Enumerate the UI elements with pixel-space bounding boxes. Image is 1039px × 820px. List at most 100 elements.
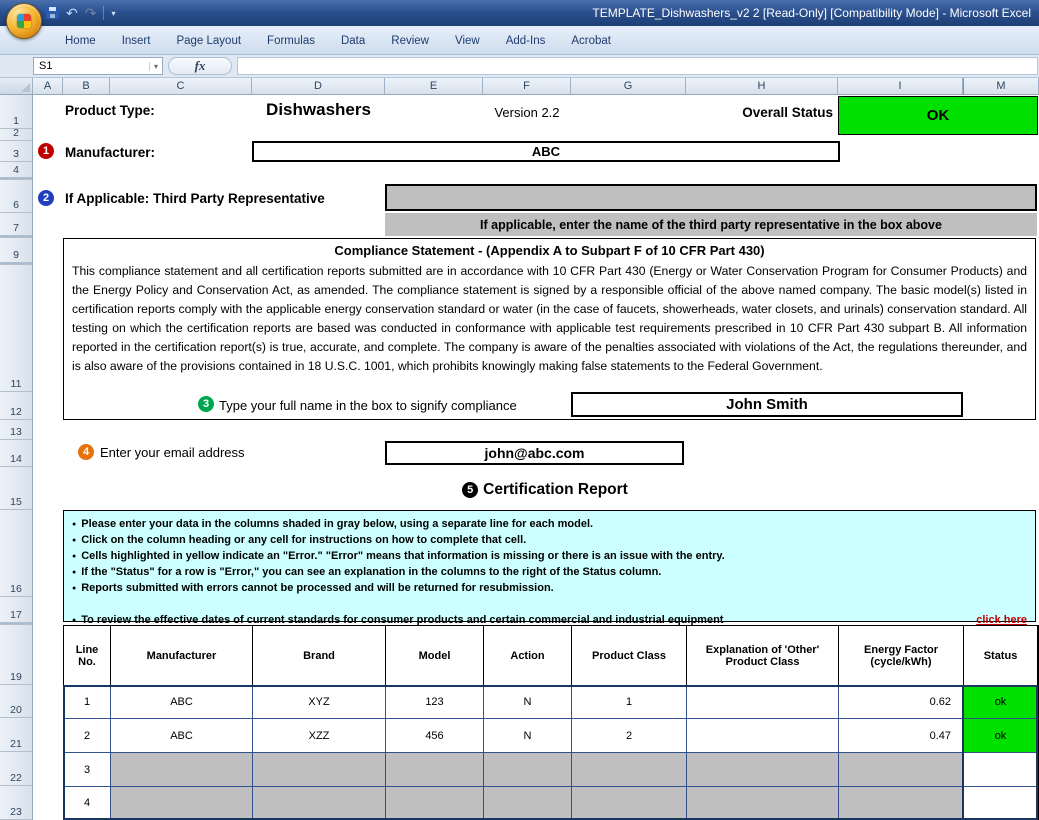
table-cell[interactable]: 123 <box>386 686 484 719</box>
qat-dropdown-icon[interactable]: ▾ <box>111 9 115 18</box>
table-cell[interactable]: 1 <box>572 686 687 719</box>
version-label: Version 2.2 <box>483 105 571 120</box>
status-cell[interactable] <box>964 753 1038 787</box>
table-cell[interactable]: 2 <box>572 719 687 753</box>
column-header-F[interactable]: F <box>483 78 571 94</box>
table-cell[interactable] <box>572 753 687 787</box>
table-cell[interactable]: 456 <box>386 719 484 753</box>
third-party-input[interactable] <box>385 184 1037 211</box>
column-header-A[interactable]: A <box>33 78 63 94</box>
row-header-4[interactable]: 4 <box>0 162 32 178</box>
table-cell[interactable] <box>687 686 839 719</box>
row-header-19[interactable]: 19 <box>0 625 32 685</box>
step-2-badge: 2 <box>38 190 54 206</box>
status-cell[interactable] <box>964 787 1038 820</box>
ribbon-tab-home[interactable]: Home <box>52 29 109 54</box>
table-cell[interactable] <box>484 753 572 787</box>
table-cell[interactable] <box>386 753 484 787</box>
column-header-G[interactable]: G <box>571 78 686 94</box>
table-col-header-brand[interactable]: Brand <box>253 626 386 686</box>
row-header-3[interactable]: 3 <box>0 141 32 162</box>
ribbon-tab-acrobat[interactable]: Acrobat <box>558 29 624 54</box>
select-all-corner[interactable] <box>0 78 33 94</box>
manufacturer-input[interactable]: ABC <box>252 141 840 162</box>
table-cell[interactable]: ABC <box>111 719 253 753</box>
table-cell[interactable] <box>253 787 386 820</box>
table-cell[interactable]: 4 <box>64 787 111 820</box>
formula-input[interactable] <box>237 57 1038 75</box>
row-header-12[interactable]: 12 <box>0 392 32 420</box>
table-cell[interactable]: XZZ <box>253 719 386 753</box>
table-cell[interactable]: 0.62 <box>839 686 964 719</box>
table-col-header-explanation-of-other-product-class[interactable]: Explanation of 'Other' Product Class <box>687 626 839 686</box>
signature-input[interactable]: John Smith <box>571 392 963 417</box>
table-cell[interactable]: 3 <box>64 753 111 787</box>
table-col-header-product-class[interactable]: Product Class <box>572 626 687 686</box>
column-header-M[interactable]: M <box>963 78 1039 94</box>
undo-icon[interactable]: ↶ <box>66 6 78 20</box>
table-cell[interactable] <box>687 719 839 753</box>
row-header-11[interactable]: 11 <box>0 265 32 392</box>
row-header-14[interactable]: 14 <box>0 440 32 467</box>
row-header-13[interactable]: 13 <box>0 420 32 440</box>
column-header-E[interactable]: E <box>385 78 483 94</box>
table-cell[interactable]: ABC <box>111 686 253 719</box>
status-cell[interactable]: ok <box>964 686 1038 719</box>
table-cell[interactable] <box>111 787 253 820</box>
row-header-7[interactable]: 7 <box>0 213 32 236</box>
table-cell[interactable] <box>111 753 253 787</box>
row-header-15[interactable]: 15 <box>0 467 32 510</box>
instruction-text: Please enter your data in the columns sh… <box>81 517 593 531</box>
name-box[interactable]: S1 ▾ <box>33 57 163 75</box>
ribbon-tab-insert[interactable]: Insert <box>109 29 164 54</box>
table-cell[interactable] <box>687 787 839 820</box>
name-box-dropdown-icon[interactable]: ▾ <box>149 62 162 71</box>
column-header-I[interactable]: I <box>838 78 963 94</box>
email-input[interactable]: john@abc.com <box>385 441 684 465</box>
save-icon[interactable] <box>46 6 59 21</box>
table-col-header-model[interactable]: Model <box>386 626 484 686</box>
table-cell[interactable] <box>839 753 964 787</box>
ribbon-tab-data[interactable]: Data <box>328 29 378 54</box>
row-header-2[interactable]: 2 <box>0 129 32 141</box>
column-header-B[interactable]: B <box>63 78 110 94</box>
table-cell[interactable]: 0.47 <box>839 719 964 753</box>
row-header-23[interactable]: 23 <box>0 786 32 820</box>
table-cell[interactable]: N <box>484 686 572 719</box>
row-header-20[interactable]: 20 <box>0 685 32 718</box>
status-cell[interactable]: ok <box>964 719 1038 753</box>
table-cell[interactable]: 2 <box>64 719 111 753</box>
table-cell[interactable]: 1 <box>64 686 111 719</box>
table-cell[interactable] <box>253 753 386 787</box>
row-header-6[interactable]: 6 <box>0 180 32 213</box>
ribbon-tab-page-layout[interactable]: Page Layout <box>163 29 254 54</box>
row-header-9[interactable]: 9 <box>0 238 32 263</box>
column-header-D[interactable]: D <box>252 78 385 94</box>
table-cell[interactable]: N <box>484 719 572 753</box>
table-cell[interactable] <box>484 787 572 820</box>
office-button[interactable] <box>6 3 42 39</box>
insert-function-button[interactable]: fx <box>168 57 232 75</box>
table-col-header-action[interactable]: Action <box>484 626 572 686</box>
table-col-header-manufacturer[interactable]: Manufacturer <box>111 626 253 686</box>
column-header-H[interactable]: H <box>686 78 838 94</box>
row-header-17[interactable]: 17 <box>0 597 32 623</box>
row-header-16[interactable]: 16 <box>0 510 32 597</box>
ribbon-tab-review[interactable]: Review <box>378 29 442 54</box>
ribbon-tab-add-ins[interactable]: Add-Ins <box>493 29 559 54</box>
table-cell[interactable] <box>572 787 687 820</box>
ribbon-tab-view[interactable]: View <box>442 29 493 54</box>
table-cell[interactable] <box>687 753 839 787</box>
redo-icon[interactable]: ↷ <box>85 6 97 20</box>
table-cell[interactable]: XYZ <box>253 686 386 719</box>
column-header-C[interactable]: C <box>110 78 252 94</box>
table-col-header-energy-factor-cycle-kwh[interactable]: Energy Factor (cycle/kWh) <box>839 626 964 686</box>
row-header-21[interactable]: 21 <box>0 718 32 752</box>
table-col-header-status[interactable]: Status <box>964 626 1038 686</box>
table-cell[interactable] <box>839 787 964 820</box>
table-col-header-line-no[interactable]: Line No. <box>64 626 111 686</box>
ribbon-tab-formulas[interactable]: Formulas <box>254 29 328 54</box>
table-cell[interactable] <box>386 787 484 820</box>
row-header-1[interactable]: 1 <box>0 95 32 129</box>
row-header-22[interactable]: 22 <box>0 752 32 786</box>
